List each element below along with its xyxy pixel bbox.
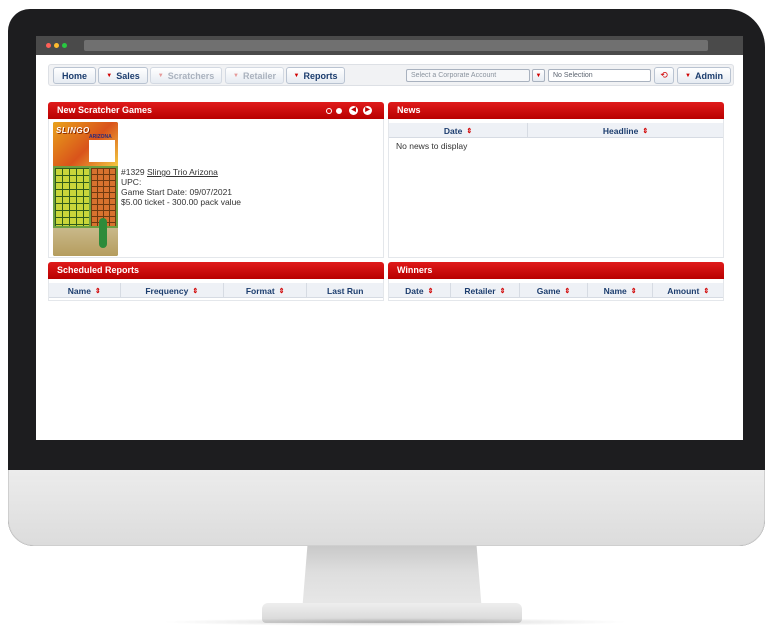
sort-icon: ⇕	[192, 287, 199, 295]
news-title: News	[397, 105, 421, 115]
selection-value: No Selection	[553, 72, 593, 79]
carousel-prev-icon[interactable]: ◀	[349, 106, 358, 115]
retailer-menu-label: Retailer	[242, 70, 276, 81]
scratchers-menu-button[interactable]: ▼ Scratchers	[150, 67, 222, 84]
caret-down-icon: ▼	[233, 72, 239, 79]
caret-down-icon: ▼	[106, 72, 113, 79]
sort-icon: ⇕	[466, 127, 473, 135]
panel-title: Scheduled Reports	[48, 262, 384, 279]
winners-column-amount[interactable]: Amount ⇕	[653, 283, 723, 298]
window-maximize-dot[interactable]	[62, 43, 67, 48]
new-scratcher-games-panel: New Scratcher Games ◀ ▶ SLINGO ARIZONA #…	[48, 102, 384, 258]
game-start-date: Game Start Date: 09/07/2021	[121, 187, 233, 197]
refresh-icon: ⟲	[660, 70, 668, 80]
admin-menu-label: Admin	[694, 70, 723, 81]
winners-table-header: Date ⇕ Retailer ⇕ Game ⇕ Name ⇕ Amount ⇕	[389, 283, 723, 298]
sales-menu-label: Sales	[116, 70, 140, 81]
new-scratcher-games-title: New Scratcher Games	[57, 105, 153, 115]
cactus-icon	[99, 218, 107, 248]
game-price: $5.00 ticket - 300.00 pack value	[121, 197, 242, 207]
corporate-account-select[interactable]: Select a Corporate Account	[406, 69, 530, 82]
caret-down-icon: ▼	[293, 72, 300, 79]
window-minimize-dot[interactable]	[54, 43, 59, 48]
game-name-link[interactable]: Slingo Trio Arizona	[147, 167, 218, 177]
game-title-line: #1329 Slingo Trio Arizona	[121, 167, 241, 177]
monitor-shadow	[160, 618, 630, 626]
home-button[interactable]: Home	[53, 67, 96, 84]
screen: Home ▼ Sales ▼ Scratchers ▼ Retailer ▼ R…	[36, 36, 743, 440]
winners-body: Date ⇕ Retailer ⇕ Game ⇕ Name ⇕ Amount ⇕	[388, 279, 724, 301]
winners-column-game[interactable]: Game ⇕	[520, 283, 588, 298]
carousel-dot-active[interactable]	[336, 107, 342, 114]
news-body: Date ⇕ Headline ⇕ No news to display	[388, 119, 724, 258]
panel-title: New Scratcher Games ◀ ▶	[48, 102, 384, 119]
refresh-button[interactable]: ⟲	[654, 67, 674, 84]
admin-menu-button[interactable]: ▼ Admin	[677, 67, 731, 84]
news-table-header: Date ⇕ Headline ⇕	[389, 123, 723, 138]
winners-title: Winners	[397, 265, 433, 275]
reports-menu-label: Reports	[303, 70, 338, 81]
scheduled-reports-title: Scheduled Reports	[57, 265, 140, 275]
sort-icon: ⇕	[703, 287, 710, 295]
sort-icon: ⇕	[278, 287, 285, 295]
sort-icon: ⇕	[642, 127, 649, 135]
carousel-controls: ◀ ▶	[326, 106, 372, 115]
game-info: #1329 Slingo Trio Arizona UPC: Game Star…	[121, 167, 241, 207]
game-number: #1329	[121, 167, 145, 177]
carousel-next-icon[interactable]: ▶	[363, 106, 372, 115]
game-upc: UPC:	[121, 177, 142, 187]
winners-column-retailer[interactable]: Retailer ⇕	[451, 283, 521, 298]
sort-icon: ⇕	[499, 287, 506, 295]
corporate-account-dropdown-toggle[interactable]: ▼	[532, 69, 545, 82]
retailer-menu-button[interactable]: ▼ Retailer	[225, 67, 284, 84]
reports-column-name[interactable]: Name ⇕	[49, 283, 121, 298]
new-scratcher-games-body: SLINGO ARIZONA #1329 Slingo Trio Arizona…	[48, 119, 384, 258]
sort-icon: ⇕	[630, 287, 637, 295]
reports-menu-button[interactable]: ▼ Reports	[286, 67, 345, 84]
scheduled-reports-table-header: Name ⇕ Frequency ⇕ Format ⇕ Last Run	[49, 283, 383, 298]
address-bar[interactable]	[84, 40, 708, 51]
sort-icon: ⇕	[94, 287, 101, 295]
winners-column-name[interactable]: Name ⇕	[588, 283, 654, 298]
winners-panel: Winners Date ⇕ Retailer ⇕ Game ⇕ Name ⇕ Amou…	[388, 262, 724, 302]
panel-title: Winners	[388, 262, 724, 279]
scratcher-ticket-image[interactable]: SLINGO ARIZONA	[53, 122, 118, 256]
home-button-label: Home	[61, 70, 87, 81]
reports-column-frequency[interactable]: Frequency ⇕	[121, 283, 224, 298]
window-close-dot[interactable]	[46, 43, 51, 48]
reports-column-format[interactable]: Format ⇕	[224, 283, 308, 298]
sort-icon: ⇕	[564, 287, 571, 295]
selection-field[interactable]: No Selection	[548, 69, 651, 82]
caret-down-icon: ▼	[157, 72, 164, 79]
panel-title: News	[388, 102, 724, 119]
sales-menu-button[interactable]: ▼ Sales	[98, 67, 148, 84]
reports-column-last-run[interactable]: Last Run	[307, 283, 383, 298]
corporate-account-placeholder: Select a Corporate Account	[411, 72, 497, 79]
news-panel: News Date ⇕ Headline ⇕ No news to display	[388, 102, 724, 258]
main-toolbar: Home ▼ Sales ▼ Scratchers ▼ Retailer ▼ R…	[48, 64, 734, 86]
scheduled-reports-panel: Scheduled Reports Name ⇕ Frequency ⇕ Forma…	[48, 262, 384, 302]
caret-down-icon: ▼	[685, 72, 691, 79]
carousel-dot[interactable]	[326, 107, 332, 114]
ticket-logo: SLINGO	[56, 126, 90, 135]
news-column-headline[interactable]: Headline ⇕	[528, 123, 723, 138]
news-column-date[interactable]: Date ⇕	[389, 123, 529, 138]
scheduled-reports-body: Name ⇕ Frequency ⇕ Format ⇕ Last Run	[48, 279, 384, 301]
monitor-chin	[8, 470, 765, 546]
sort-icon: ⇕	[427, 287, 434, 295]
news-empty-message: No news to display	[396, 141, 468, 151]
scratchers-menu-label: Scratchers	[167, 70, 215, 81]
caret-down-icon: ▼	[535, 72, 542, 79]
browser-bar	[36, 36, 743, 55]
winners-column-date[interactable]: Date ⇕	[389, 283, 451, 298]
